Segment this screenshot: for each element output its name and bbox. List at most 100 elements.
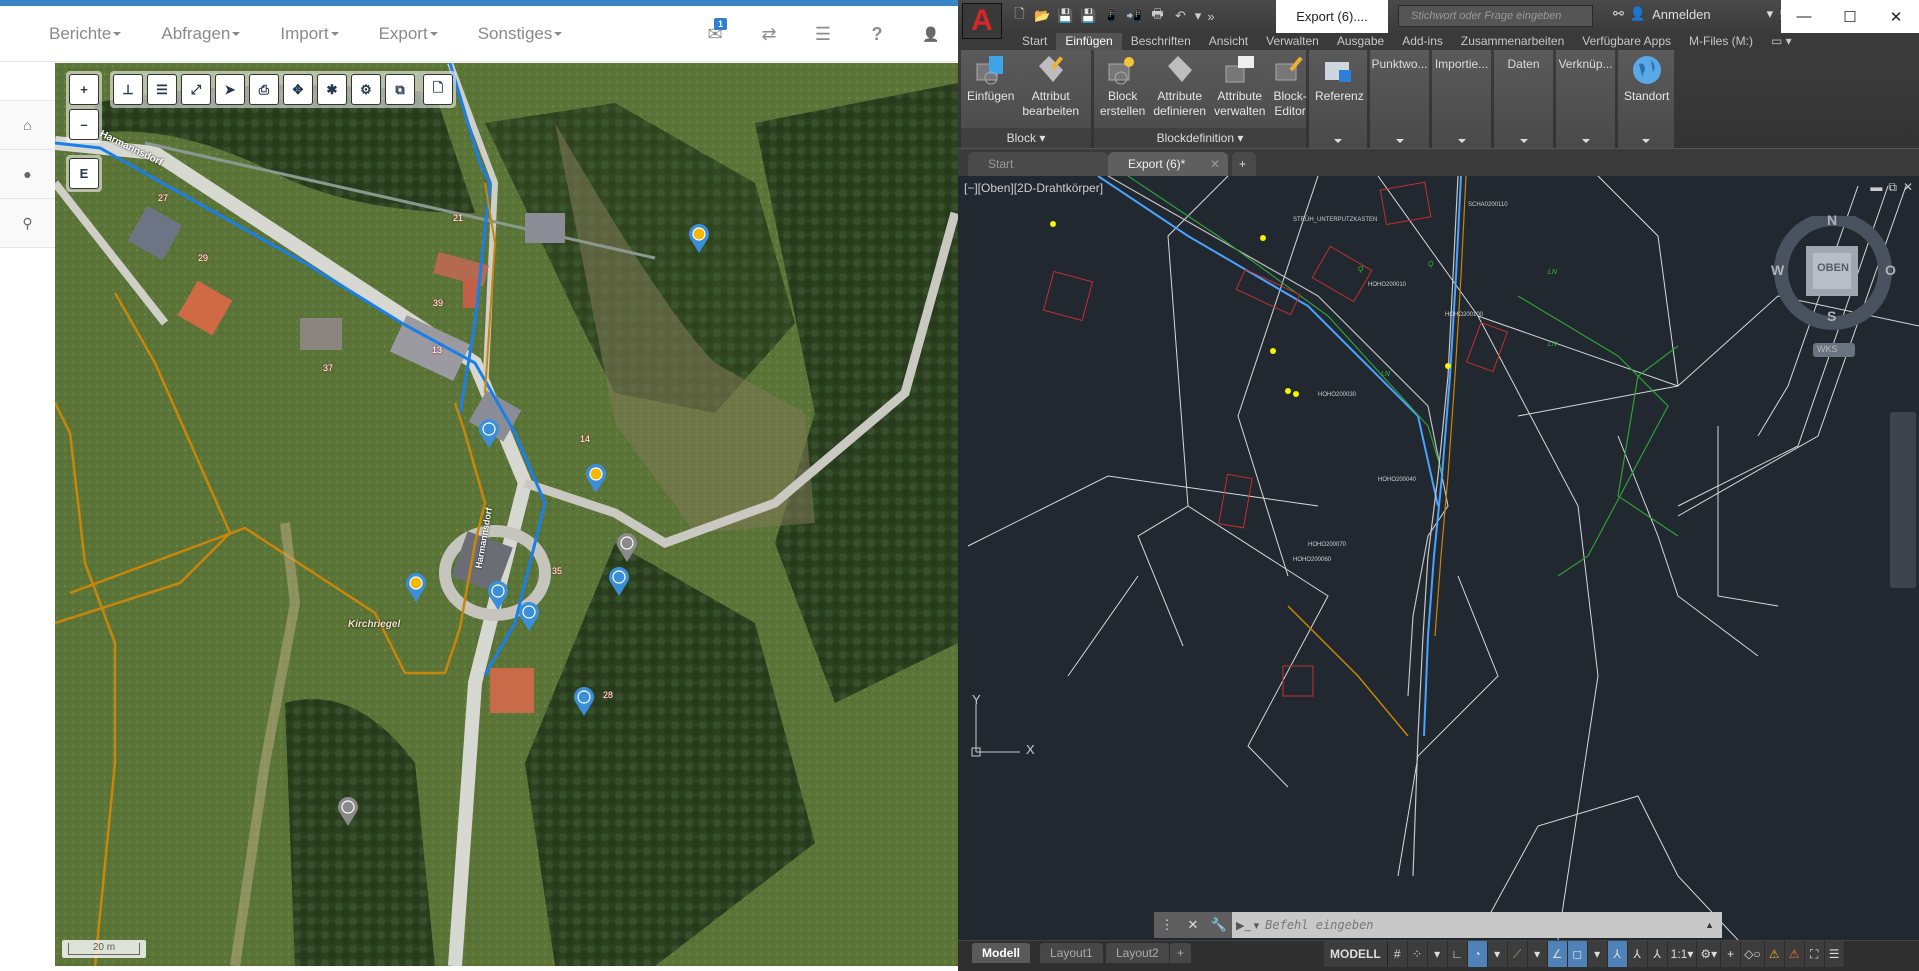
command-line-grip[interactable]: ⋮ xyxy=(1154,912,1180,938)
save-web-button[interactable]: 📲 xyxy=(1123,6,1146,26)
layout-tab-layout2[interactable]: Layout2 xyxy=(1106,943,1169,963)
panel-punktwolke[interactable]: Punktwo... xyxy=(1370,50,1429,148)
sidebar-item-globe[interactable]: ● xyxy=(0,150,55,199)
define-attributes-button[interactable]: Attribute definieren xyxy=(1149,54,1210,128)
menu-export[interactable]: Export xyxy=(379,24,438,44)
edit-button[interactable]: E xyxy=(69,158,99,189)
snap-dropdown[interactable]: ▾ xyxy=(1428,941,1448,967)
tab-ausgabe[interactable]: Ausgabe xyxy=(1328,33,1393,50)
locate-button[interactable]: ➤ xyxy=(215,74,245,105)
insert-block-button[interactable]: Einfügen xyxy=(963,54,1018,128)
viewport-label[interactable]: [−][Oben][2D-Drahtkörper] xyxy=(964,181,1103,195)
zoom-out-button[interactable]: – xyxy=(69,109,99,140)
signin-button[interactable]: Anmelden xyxy=(1652,7,1711,22)
osnap-dropdown[interactable]: ▾ xyxy=(1588,941,1608,967)
undo-button[interactable]: ↶ xyxy=(1169,6,1192,26)
tab-m-files[interactable]: M-Files (M:) xyxy=(1680,33,1762,50)
map-pin-yellow[interactable] xyxy=(688,224,710,254)
plot-button[interactable]: 🖶 xyxy=(1146,6,1169,26)
database-button[interactable]: ☰ xyxy=(796,6,850,62)
close-button[interactable]: ✕ xyxy=(1873,0,1919,33)
clean-screen-button[interactable]: ⛶ xyxy=(1805,941,1825,967)
tab-add-ins[interactable]: Add-ins xyxy=(1393,33,1452,50)
panel-daten[interactable]: Daten xyxy=(1494,50,1553,148)
new-tab-button[interactable]: + xyxy=(1232,152,1256,177)
open-button[interactable]: 📂 xyxy=(1031,6,1054,26)
close-tab-icon[interactable]: ✕ xyxy=(1210,152,1220,176)
help-button[interactable]: ? xyxy=(850,6,904,62)
ribbon-display-toggle[interactable]: ▭ ▾ xyxy=(1762,33,1801,50)
edit-attribute-button[interactable]: Attribut bearbeiten xyxy=(1018,54,1083,128)
compass-s[interactable]: S xyxy=(1827,308,1836,324)
tab-verwalten[interactable]: Verwalten xyxy=(1257,33,1328,50)
file-tab-export[interactable]: Export (6)* ✕ xyxy=(1108,152,1228,177)
drawing-area[interactable]: STRÜH_UNTERPUTZKASTEN HOHO200010 HOHO200… xyxy=(958,176,1919,940)
compass-n[interactable]: N xyxy=(1827,212,1837,228)
workspace-button[interactable]: ⚙ ▾ xyxy=(1697,941,1722,967)
annotation-visibility-button[interactable]: ⅄ xyxy=(1607,941,1628,967)
binoculars-icon[interactable]: ⚯ xyxy=(1613,6,1624,22)
tab-beschriften[interactable]: Beschriften xyxy=(1122,33,1200,50)
maximize-button[interactable]: ☐ xyxy=(1827,0,1873,33)
menu-abfragen[interactable]: Abfragen xyxy=(161,24,241,44)
tab-einfuegen[interactable]: Einfügen xyxy=(1056,33,1122,50)
menu-berichte[interactable]: Berichte xyxy=(49,24,122,44)
isolate-objects-button[interactable]: ◇○ xyxy=(1741,941,1765,967)
fullscreen-button[interactable]: ⤢ xyxy=(181,74,211,105)
map-pin-blue[interactable] xyxy=(487,581,509,611)
list-button[interactable]: ☰ xyxy=(147,74,177,105)
sidebar-item-home[interactable]: ⌂ xyxy=(0,101,55,150)
help-search-input[interactable]: Stichwort oder Frage eingeben xyxy=(1398,5,1593,27)
panel-importieren[interactable]: Importie... xyxy=(1432,50,1491,148)
polar-button[interactable]: ◔ xyxy=(1467,941,1488,967)
user-button[interactable]: 👤 xyxy=(904,6,958,62)
file-tab-start[interactable]: Start xyxy=(968,152,1108,177)
pdf-export-button[interactable]: ⎙ xyxy=(249,74,279,105)
polar-dropdown[interactable]: ▾ xyxy=(1488,941,1508,967)
compass-e[interactable]: O xyxy=(1885,262,1896,278)
map-pin-blue[interactable] xyxy=(608,567,630,597)
isodraft-dropdown[interactable]: ▾ xyxy=(1528,941,1548,967)
crosshair-button[interactable]: + xyxy=(1721,941,1742,967)
document-button[interactable]: 🗋 xyxy=(423,74,453,105)
save-as-button[interactable]: 💾 xyxy=(1077,6,1100,26)
panel-standort[interactable]: Standort xyxy=(1618,50,1674,148)
zoom-in-button[interactable]: + xyxy=(69,74,99,105)
more-commands-button[interactable]: » xyxy=(1204,6,1218,26)
command-input[interactable]: Befehl eingeben xyxy=(1259,918,1705,932)
application-menu-button[interactable]: A xyxy=(962,3,1002,39)
map-canvas[interactable]: Harmannsdorf Harmannsdorf Kirchriegel 27… xyxy=(55,63,958,966)
menu-sonstiges[interactable]: Sonstiges xyxy=(478,24,563,44)
inbox-button[interactable]: ✉ 1 xyxy=(688,6,742,62)
ucs-menu[interactable]: WKS xyxy=(1817,344,1838,354)
panel-title-block[interactable]: Block ▾ xyxy=(961,128,1091,148)
move-button[interactable]: ✥ xyxy=(283,74,313,105)
snap-button[interactable]: ⁘ xyxy=(1408,941,1428,967)
customize-icon[interactable]: 🔧 xyxy=(1206,912,1232,938)
panel-title-blockdefinition[interactable]: Blockdefinition ▾ xyxy=(1094,128,1306,148)
viewport-close-icon[interactable]: ✕ xyxy=(1903,180,1913,195)
save-button[interactable]: 💾 xyxy=(1054,6,1077,26)
navigation-bar[interactable] xyxy=(1890,412,1916,588)
asterisk-button[interactable]: ✱ xyxy=(317,74,347,105)
viewport-minimize-icon[interactable]: ▬ xyxy=(1870,180,1882,195)
manage-attributes-button[interactable]: Attribute verwalten xyxy=(1210,54,1269,128)
undo-dropdown[interactable]: ▾ xyxy=(1192,6,1204,26)
tab-start[interactable]: Start xyxy=(1013,33,1056,50)
viewcube[interactable]: OBEN N S W O WKS xyxy=(1771,212,1896,366)
annotation-scale-button[interactable]: 1:1 ▾ xyxy=(1668,941,1698,967)
layout-tab-modell[interactable]: Modell xyxy=(972,943,1030,963)
annotation-scale-icon-button[interactable]: ⅄ xyxy=(1648,941,1668,967)
auto-scale-button[interactable]: ⅄ xyxy=(1628,941,1648,967)
add-layout-button[interactable]: + xyxy=(1170,943,1192,963)
hardware-acceleration-button[interactable]: ⚠ xyxy=(1765,941,1785,967)
command-history-toggle[interactable]: ▲ xyxy=(1705,920,1714,930)
create-block-button[interactable]: Block erstellen xyxy=(1096,54,1149,128)
settings-button[interactable]: ⚙ xyxy=(351,74,381,105)
add-layer-button[interactable]: ⧉ xyxy=(385,74,415,105)
transfer-button[interactable]: ⇄ xyxy=(742,6,796,62)
object-snap-tracking-button[interactable]: ∠ xyxy=(1547,941,1568,967)
map-pin-blue[interactable] xyxy=(518,602,540,632)
command-prompt-icon[interactable]: ▶_ ▾ xyxy=(1236,919,1259,932)
model-space-button[interactable]: MODELL xyxy=(1324,941,1388,967)
